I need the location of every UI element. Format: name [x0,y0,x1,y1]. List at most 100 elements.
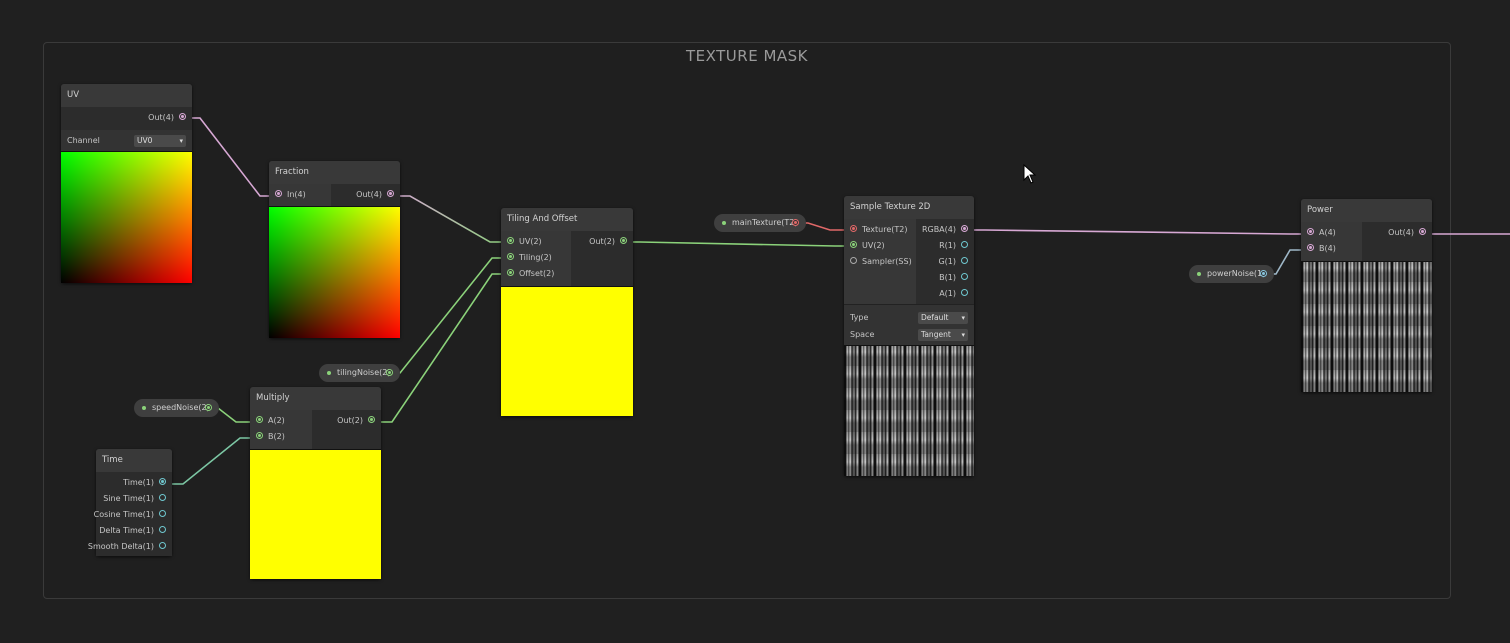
port-label: B(2) [268,432,285,441]
node-title: Time [96,449,172,472]
port-connector-icon[interactable] [159,542,166,549]
port-connector-icon[interactable] [507,237,514,244]
sample-texture-2d-node[interactable]: Sample Texture 2D Texture(T2) UV(2) Samp… [844,196,974,476]
port-connector-icon[interactable] [620,237,627,244]
type-label: Type [850,313,869,322]
type-dropdown[interactable]: Default [918,312,968,324]
property-label: mainTexture(T2) [732,218,798,227]
multiply-node[interactable]: Multiply A(2) B(2) Out(2) [250,387,381,579]
power-b-port[interactable]: B(4) [1307,242,1336,256]
property-speed-noise[interactable]: speedNoise(2) [134,399,219,417]
sample-uv-port[interactable]: UV(2) [850,239,885,253]
time-sine-port[interactable]: Sine Time(1) [103,492,166,506]
wire-uv-fraction [184,117,276,197]
time-node[interactable]: Time Time(1) Sine Time(1) Cosine Time(1)… [88,449,172,556]
port-connector-icon[interactable] [256,416,263,423]
time-smooth-delta-port[interactable]: Smooth Delta(1) [88,540,166,554]
tiling-offset-port[interactable]: Offset(2) [507,267,554,281]
time-delta-port[interactable]: Delta Time(1) [99,524,166,538]
sample-rgba-port[interactable]: RGBA(4) [922,223,968,237]
port-connector-icon[interactable] [256,432,263,439]
space-label: Space [850,330,875,339]
port-connector-icon[interactable] [850,225,857,232]
uv-node[interactable]: UV Out(4) Channel UV0 [61,84,192,283]
port-connector-icon[interactable] [275,190,282,197]
port-connector-icon[interactable] [159,510,166,517]
port-label: R(1) [939,241,956,250]
port-connector-icon[interactable] [507,269,514,276]
sample-sampler-port[interactable]: Sampler(SS) [850,255,912,269]
property-power-noise[interactable]: powerNoise(1) [1189,265,1274,283]
port-connector-icon[interactable] [387,190,394,197]
port-label: G(1) [938,257,956,266]
port-connector-icon[interactable] [507,253,514,260]
port-connector-icon[interactable] [205,404,212,411]
port-connector-icon[interactable] [961,241,968,248]
tiling-preview [501,286,633,416]
fraction-in-port[interactable]: In(4) [275,188,306,202]
sample-b-port[interactable]: B(1) [939,271,968,285]
port-connector-icon[interactable] [368,416,375,423]
port-label: Out(2) [589,237,615,246]
property-main-texture[interactable]: mainTexture(T2) [714,214,806,232]
port-connector-icon[interactable] [1307,244,1314,251]
channel-dropdown[interactable]: UV0 [134,135,186,147]
power-out-port[interactable]: Out(4) [1388,226,1426,240]
power-node[interactable]: Power A(4) B(4) Out(4) [1301,199,1432,392]
port-label: Delta Time(1) [99,526,154,535]
port-label: Sine Time(1) [103,494,154,503]
port-label: Sampler(SS) [862,257,912,266]
port-label: Smooth Delta(1) [87,542,154,551]
port-label: Out(2) [337,416,363,425]
port-label: Time(1) [123,478,154,487]
port-connector-icon[interactable] [961,225,968,232]
property-label: tilingNoise(2) [337,368,391,377]
multiply-preview [250,449,381,579]
port-connector-icon[interactable] [179,113,186,120]
port-label: A(2) [268,416,285,425]
wire-time-multiply [165,437,258,485]
port-connector-icon[interactable] [159,526,166,533]
tiling-and-offset-node[interactable]: Tiling And Offset UV(2) Tiling(2) Offset… [501,208,633,416]
port-label: RGBA(4) [921,225,956,234]
channel-label: Channel [67,136,100,145]
port-connector-icon[interactable] [961,257,968,264]
tiling-out-port[interactable]: Out(2) [589,235,627,249]
node-title: UV [61,84,192,107]
multiply-b-port[interactable]: B(2) [256,430,285,444]
wire-tiling-sample [625,241,851,247]
port-connector-icon[interactable] [792,219,799,226]
port-label: Out(4) [356,190,382,199]
time-time-port[interactable]: Time(1) [123,476,166,490]
port-connector-icon[interactable] [1307,228,1314,235]
space-dropdown[interactable]: Tangent [918,329,968,341]
wire-fraction-tiling [392,195,509,243]
port-connector-icon[interactable] [961,273,968,280]
fraction-node[interactable]: Fraction In(4) Out(4) [269,161,400,338]
tiling-tiling-port[interactable]: Tiling(2) [507,251,552,265]
port-connector-icon[interactable] [1419,228,1426,235]
port-connector-icon[interactable] [386,369,393,376]
multiply-a-port[interactable]: A(2) [256,414,285,428]
tiling-uv-port[interactable]: UV(2) [507,235,542,249]
port-connector-icon[interactable] [159,478,166,485]
power-a-port[interactable]: A(4) [1307,226,1336,240]
sample-a-port[interactable]: A(1) [939,287,968,301]
port-connector-icon[interactable] [850,257,857,264]
property-tiling-noise[interactable]: tilingNoise(2) [319,364,400,382]
port-connector-icon[interactable] [961,289,968,296]
sample-texture-port[interactable]: Texture(T2) [850,223,908,237]
time-cosine-port[interactable]: Cosine Time(1) [94,508,166,522]
node-title: Fraction [269,161,400,184]
port-connector-icon[interactable] [1260,270,1267,277]
multiply-out-port[interactable]: Out(2) [337,414,375,428]
port-label: A(4) [1319,228,1336,237]
fraction-out-port[interactable]: Out(4) [356,188,394,202]
port-connector-icon[interactable] [159,494,166,501]
wires [165,117,1510,485]
uv-out-port[interactable]: Out(4) [148,111,186,125]
sample-r-port[interactable]: R(1) [939,239,968,253]
sample-g-port[interactable]: G(1) [938,255,968,269]
port-connector-icon[interactable] [850,241,857,248]
port-label: Cosine Time(1) [93,510,154,519]
